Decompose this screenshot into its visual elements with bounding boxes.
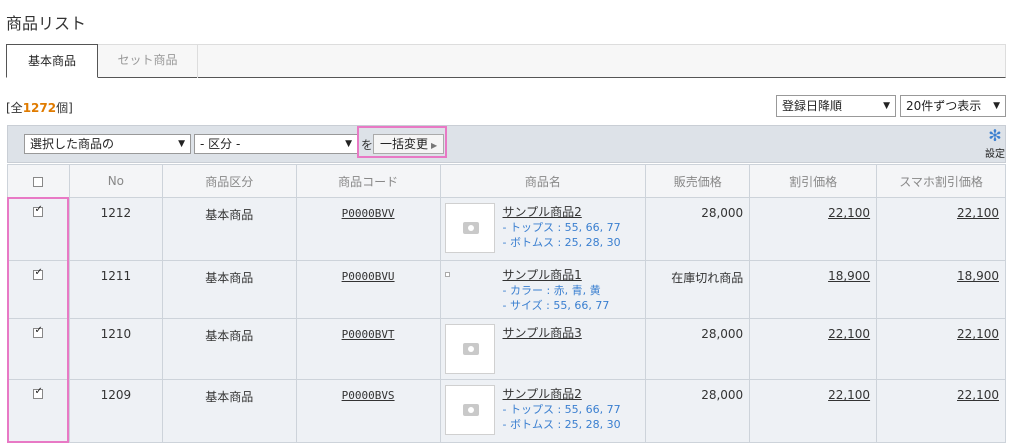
per-page-select[interactable]: 20件ずつ表示 ▼: [900, 95, 1006, 117]
product-code-link[interactable]: P0000BVV: [342, 207, 395, 220]
product-name-link[interactable]: サンプル商品1: [503, 266, 610, 283]
variant-line: - トップス : 55, 66, 77: [502, 221, 621, 234]
row-no: 1209: [68, 379, 163, 443]
row-type: 基本商品: [161, 197, 297, 261]
settings-button[interactable]: ✻ 設定: [983, 126, 1007, 161]
variant-line: - トップス : 55, 66, 77: [502, 403, 621, 416]
camera-icon: [462, 404, 479, 416]
gear-icon: ✻: [988, 126, 1002, 145]
variant-line: - サイズ : 55, 66, 77: [502, 299, 610, 312]
column-header[interactable]: 販売価格: [645, 164, 751, 198]
mobile-discount-price-link[interactable]: 18,900: [957, 269, 999, 283]
tab-bar: 基本商品 セット商品: [6, 44, 1006, 78]
tab-basic-products[interactable]: 基本商品: [6, 44, 98, 78]
mobile-discount-price-link[interactable]: 22,100: [957, 206, 999, 220]
chevron-down-icon: ▼: [345, 139, 352, 149]
chevron-down-icon: ▼: [883, 101, 890, 111]
sale-price: 28,000: [645, 379, 751, 443]
discount-price-link[interactable]: 22,100: [828, 388, 870, 402]
camera-icon: [462, 343, 479, 355]
variant-line: - ボトムス : 25, 28, 30: [502, 236, 621, 249]
product-code-link[interactable]: P0000BVU: [342, 270, 395, 283]
column-header[interactable]: スマホ割引価格: [876, 164, 1006, 198]
discount-price-link[interactable]: 22,100: [828, 327, 870, 341]
product-name-link[interactable]: サンプル商品2: [503, 203, 621, 220]
select-all-checkbox[interactable]: [33, 176, 44, 187]
row-type: 基本商品: [161, 379, 297, 443]
mobile-discount-price-link[interactable]: 22,100: [957, 327, 999, 341]
sort-select[interactable]: 登録日降順 ▼: [776, 95, 896, 117]
count-number: 1272: [22, 101, 57, 115]
variant-line: - カラー : 赤, 青, 黄: [502, 284, 601, 297]
sale-price: 在庫切れ商品: [645, 260, 751, 319]
row-type: 基本商品: [161, 260, 297, 319]
broken-image-icon[interactable]: [444, 272, 450, 277]
product-count: [全1272個]: [6, 101, 73, 115]
camera-icon: [462, 222, 479, 234]
chevron-down-icon: ▼: [993, 101, 1000, 111]
column-header[interactable]: 商品区分: [161, 164, 297, 198]
product-code-link[interactable]: P0000BVT: [342, 328, 395, 341]
bulk-target-select[interactable]: 選択した商品の ▼: [24, 134, 191, 154]
product-thumbnail[interactable]: [444, 324, 495, 374]
row-no: 1210: [68, 318, 163, 380]
bulk-action-bar: 選択した商品の ▼ - 区分 - ▼ を 一括変更 ▶: [7, 125, 1006, 163]
row-no: 1212: [68, 197, 163, 261]
product-name-link[interactable]: サンプル商品2: [503, 385, 621, 402]
highlight-box: [357, 126, 447, 158]
chevron-down-icon: ▼: [178, 139, 185, 149]
table-row: 1212 基本商品 P0000BVV サンプル商品2 - トップス : 55, …: [7, 197, 1006, 261]
table-row: 1211 基本商品 P0000BVU サンプル商品1 - カラー : 赤, 青,…: [7, 260, 1006, 319]
mobile-discount-price-link[interactable]: 22,100: [957, 388, 999, 402]
product-thumbnail[interactable]: [444, 385, 495, 435]
highlight-box: [7, 197, 69, 443]
column-header[interactable]: 割引価格: [749, 164, 878, 198]
product-thumbnail[interactable]: [444, 203, 495, 253]
tab-set-products[interactable]: セット商品: [98, 44, 198, 78]
sale-price: 28,000: [645, 197, 751, 261]
page-title: 商品リスト: [6, 14, 87, 33]
column-header[interactable]: No: [68, 164, 163, 198]
row-no: 1211: [68, 260, 163, 319]
table-row: 1209 基本商品 P0000BVS サンプル商品2 - トップス : 55, …: [7, 379, 1006, 443]
column-header[interactable]: 商品コード: [295, 164, 441, 198]
discount-price-link[interactable]: 22,100: [828, 206, 870, 220]
sale-price: 28,000: [645, 318, 751, 380]
variant-line: - ボトムス : 25, 28, 30: [502, 418, 621, 431]
product-table: No 商品区分 商品コード 商品名 販売価格 割引価格 スマホ割引価格 1212…: [7, 164, 1006, 443]
table-row: 1210 基本商品 P0000BVT サンプル商品3 28,000 22,100…: [7, 318, 1006, 380]
row-type: 基本商品: [161, 318, 297, 380]
discount-price-link[interactable]: 18,900: [828, 269, 870, 283]
table-header: No 商品区分 商品コード 商品名 販売価格 割引価格 スマホ割引価格: [7, 164, 1006, 198]
product-code-link[interactable]: P0000BVS: [342, 389, 395, 402]
product-name-link[interactable]: サンプル商品3: [503, 324, 582, 341]
column-header[interactable]: 商品名: [439, 164, 647, 198]
category-select[interactable]: - 区分 - ▼: [194, 134, 358, 154]
